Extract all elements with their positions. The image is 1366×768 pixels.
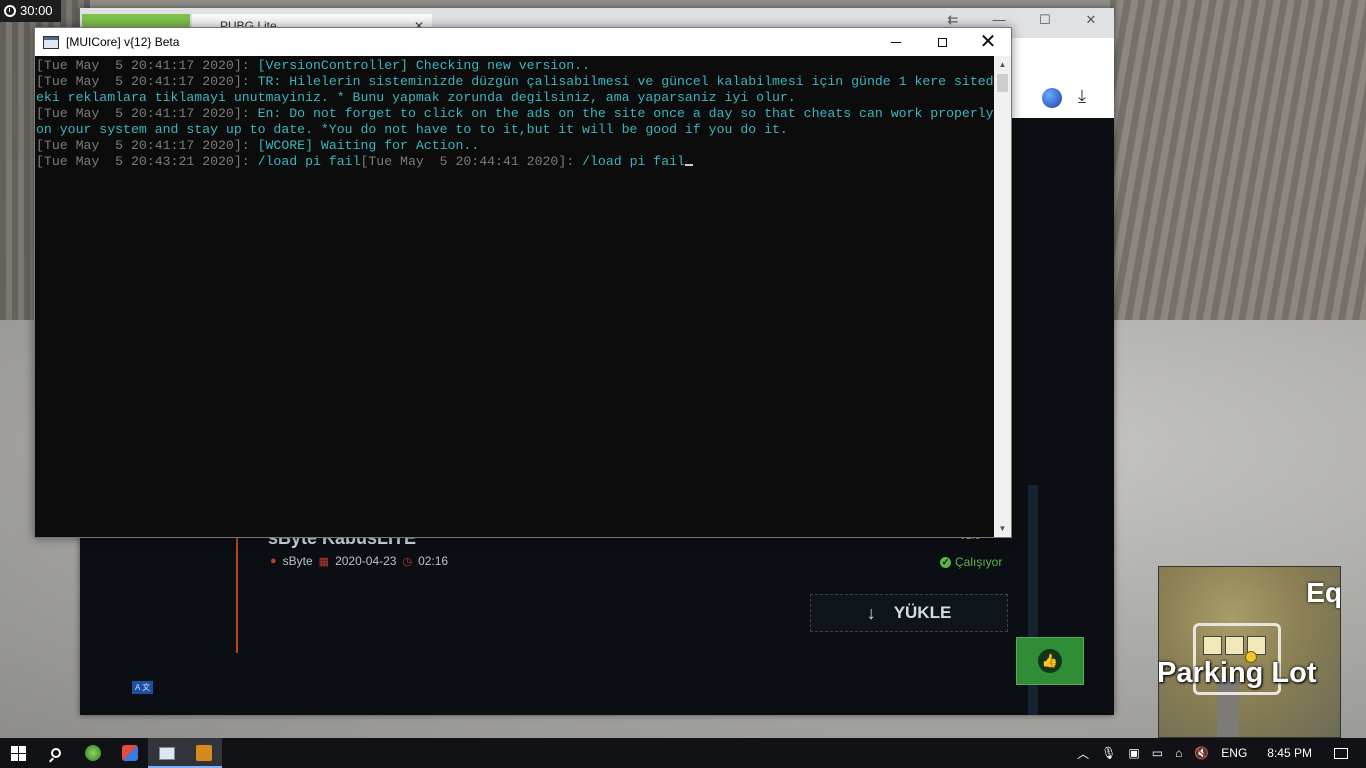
battery-icon[interactable]: ▭ [1146,746,1169,760]
text-cursor [684,164,693,166]
log-line: [Tue May 5 20:41:17 2020]: [VersionContr… [36,58,590,73]
taskbar: ︿ 🎙 ▣ ▭ ⌂ 🔇 ENG 8:45 PM [0,738,1366,768]
search-icon [50,748,61,758]
clock-icon: ◷ [402,555,413,568]
network-icon[interactable]: ⌂ [1169,746,1188,760]
close-button[interactable]: ✕ [965,28,1011,56]
download-button-label: YÜKLE [893,603,952,622]
calendar-icon: ▦ [318,555,330,568]
scrollbar-thumb[interactable] [997,74,1008,92]
console-app-taskbar-icon [158,746,175,760]
game-minimap[interactable]: Parking Lot Eq [1158,566,1341,738]
maximize-icon [937,37,947,47]
overlay-timer-text: 30:00 [20,3,53,18]
download-button[interactable]: ↓ YÜKLE [810,594,1008,632]
taskbar-app-console[interactable] [148,738,185,768]
minimap-location-label: Parking Lot [1158,657,1317,689]
scroll-up-icon[interactable]: ▲ [994,56,1011,73]
scroll-down-icon[interactable]: ▼ [994,520,1011,537]
minimap-location-label-partial: Eq [1306,577,1341,608]
console-output[interactable]: [Tue May 5 20:41:17 2020]: [VersionContr… [35,56,996,537]
thumbs-up-icon: 👍 [1038,649,1062,673]
console-window: [MUICore] v{12} Beta ✕ [Tue May 5 20:41:… [34,27,1012,538]
log-line: [Tue May 5 20:41:17 2020]: [WCORE] Waiti… [36,138,480,153]
tray-chevron-up-icon[interactable]: ︿ [1071,745,1095,762]
like-button[interactable]: 👍 [1016,637,1084,685]
microphone-icon[interactable]: 🎙 [1095,746,1122,760]
log-line: [Tue May 5 20:41:17 2020]: TR: Hilelerin… [36,74,994,105]
console-scrollbar[interactable]: ▲ ▼ [994,56,1011,537]
windows-logo-icon [11,745,26,761]
product-date: 2020-04-23 [335,554,397,568]
console-titlebar[interactable]: [MUICore] v{12} Beta ✕ [35,28,1011,56]
paint-app-icon [121,745,138,761]
log-line: [Tue May 5 20:43:21 2020]: /load pi fail… [36,154,693,169]
product-accent-line [236,538,238,653]
taskbar-clock[interactable]: 8:45 PM [1253,746,1330,760]
volume-muted-icon[interactable]: 🔇 [1188,746,1215,760]
console-app-icon [43,35,59,49]
taskbar-app-paint[interactable] [111,738,148,768]
product-author[interactable]: sByte [283,554,313,568]
maximize-button[interactable] [919,28,965,56]
language-indicator[interactable]: ENG [1215,746,1253,760]
product-meta: ● sByte ▦ 2020-04-23 ◷ 02:16 [270,554,448,568]
stopwatch-icon [4,5,16,17]
product-time: 02:16 [418,554,449,568]
ime-icon[interactable]: ▣ [1122,746,1145,760]
pubg-app-icon [195,745,212,761]
log-line: [Tue May 5 20:41:17 2020]: En: Do not fo… [36,106,994,137]
minimap-building [1225,636,1244,655]
overlay-timer: 30:00 [0,0,61,22]
extension-globe-icon[interactable] [1042,88,1062,108]
notification-icon[interactable] [1334,747,1348,759]
taskbar-app-pubg[interactable] [185,738,222,768]
browser-maximize-icon[interactable]: ☐ [1022,8,1068,38]
browser-close-icon[interactable]: ✕ [1068,8,1114,38]
taskbar-app-browser[interactable] [74,738,111,768]
browser-app-icon [84,745,101,761]
product-status-text: Çalışıyor [955,555,1003,569]
start-button[interactable] [0,738,37,768]
minimize-button[interactable] [873,28,919,56]
system-tray: ︿ 🎙 ▣ ▭ ⌂ 🔇 ENG 8:45 PM [1071,738,1366,768]
status-check-icon: ✓ [940,556,951,568]
product-status: ✓ Çalışıyor [940,555,1002,569]
user-icon: ● [270,555,277,567]
arrow-down-icon: ↓ [866,602,876,623]
console-window-controls: ✕ [873,28,1011,56]
translate-badge[interactable]: A 文 [132,681,154,694]
minimap-building [1203,636,1222,655]
minimize-icon [891,41,901,43]
game-background-wall-right [1110,0,1366,330]
console-title: [MUICore] v{12} Beta [66,35,180,49]
search-button[interactable] [37,738,74,768]
download-icon[interactable]: ⤓ [1078,86,1086,107]
close-icon: ✕ [979,31,997,53]
